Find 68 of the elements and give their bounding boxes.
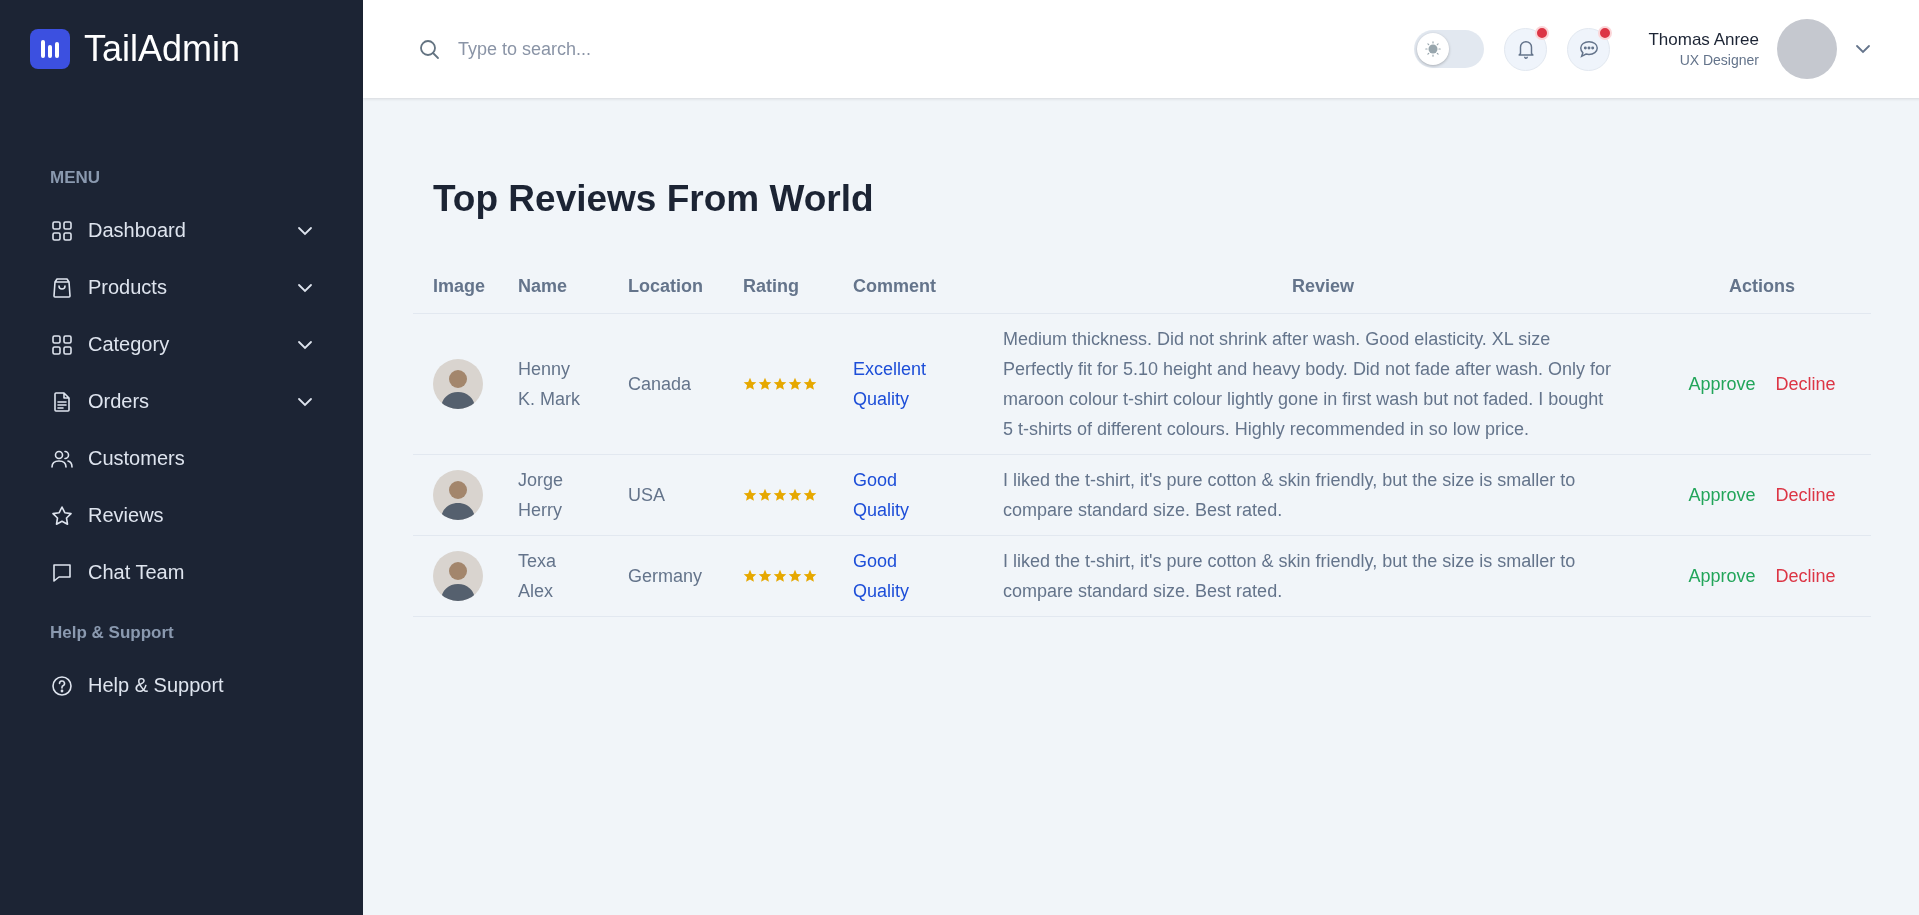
star-icon [743,377,757,391]
section-heading: MENU [50,168,102,188]
theme-toggle[interactable] [1414,30,1485,68]
star-icon [803,569,817,583]
column-header: Review [993,276,1653,314]
star-icon [773,569,787,583]
user-name: Thomas Anree [1648,30,1759,50]
sidebar-item[interactable]: Chat Team [50,544,313,601]
comment-text: Excellent Quality [853,313,993,455]
table-cell: Henny K. Mark [518,313,628,455]
sun-icon [1425,41,1442,57]
chat-bubble-icon [1577,38,1600,60]
table-cell: USA [628,454,743,536]
decline-link[interactable]: Decline [1775,480,1836,510]
section-heading: Help & Support [50,623,175,643]
star-icon [773,377,787,391]
table-cell: Texa Alex [518,535,628,617]
grid-icon [50,218,74,243]
shopping-bag-icon [50,275,74,300]
table-cell: Germany [628,535,743,617]
search-icon [418,38,440,60]
column-header: Name [518,276,628,314]
notifications-button[interactable] [1504,27,1548,71]
review-text: I liked the t-shirt, it's pure cotton & skin friendly, but the size is smaller to compare standard size. Best rated. [993,535,1653,617]
column-header: Actions [1653,276,1871,314]
reviewer-avatar [433,551,483,601]
star-icon [803,488,817,502]
help-circle-icon [50,673,74,698]
chevron-down-icon[interactable] [1855,44,1871,54]
star-icon [758,488,772,502]
star-icon [788,569,802,583]
sidebar-item[interactable]: Reviews [50,487,313,544]
sidebar-item[interactable]: Orders [50,373,313,430]
column-header: Comment [853,276,993,314]
reviewer-avatar [433,470,483,520]
decline-link[interactable]: Decline [1775,369,1836,399]
search-field[interactable]: Type to search... [456,37,760,61]
star-icon [758,377,772,391]
messages-button[interactable] [1567,27,1611,71]
star-icon [758,569,772,583]
star-icon [803,377,817,391]
sidebar-item[interactable]: Customers [50,430,313,487]
review-text: I liked the t-shirt, it's pure cotton & skin friendly, but the size is smaller to compare standard size. Best rated. [993,454,1653,536]
page-title: Top Reviews From World [433,178,875,220]
star-icon [743,569,757,583]
sidebar-item[interactable]: Dashboard [50,202,313,259]
decline-link[interactable]: Decline [1775,561,1836,591]
comment-text: Good Quality [853,454,993,536]
review-text: Medium thickness. Did not shrink after wash. Good elasticity. XL size Perfectly fit for 5.10 height and heavy body. Did not fade after wash. Only for maroon colour t-shirt colour lightly gone in first wash but not faded. I bought 5 t-shirts of different colours. Highly recommended in so low price. [993,313,1653,455]
table-cell: Canada [628,313,743,455]
column-header: Location [628,276,743,314]
column-header: Image [413,276,518,314]
sidebar-item[interactable]: Products [50,259,313,316]
star-icon [788,488,802,502]
star-icon [773,488,787,502]
star-icon [788,377,802,391]
grid-icon [50,332,74,357]
table-cell: Jorge Herry [518,454,628,536]
star-icon [743,488,757,502]
star-icon [50,503,74,528]
comment-text: Good Quality [853,535,993,617]
sidebar-item[interactable]: Category [50,316,313,373]
app-logo-text: TailAdmin [84,28,241,70]
user-role: UX Designer [1679,52,1759,68]
column-header: Rating [743,276,853,314]
sidebar-item[interactable]: Help & Support [50,657,313,714]
reviewer-avatar [433,359,483,409]
bar-chart-logo-icon [30,29,70,69]
